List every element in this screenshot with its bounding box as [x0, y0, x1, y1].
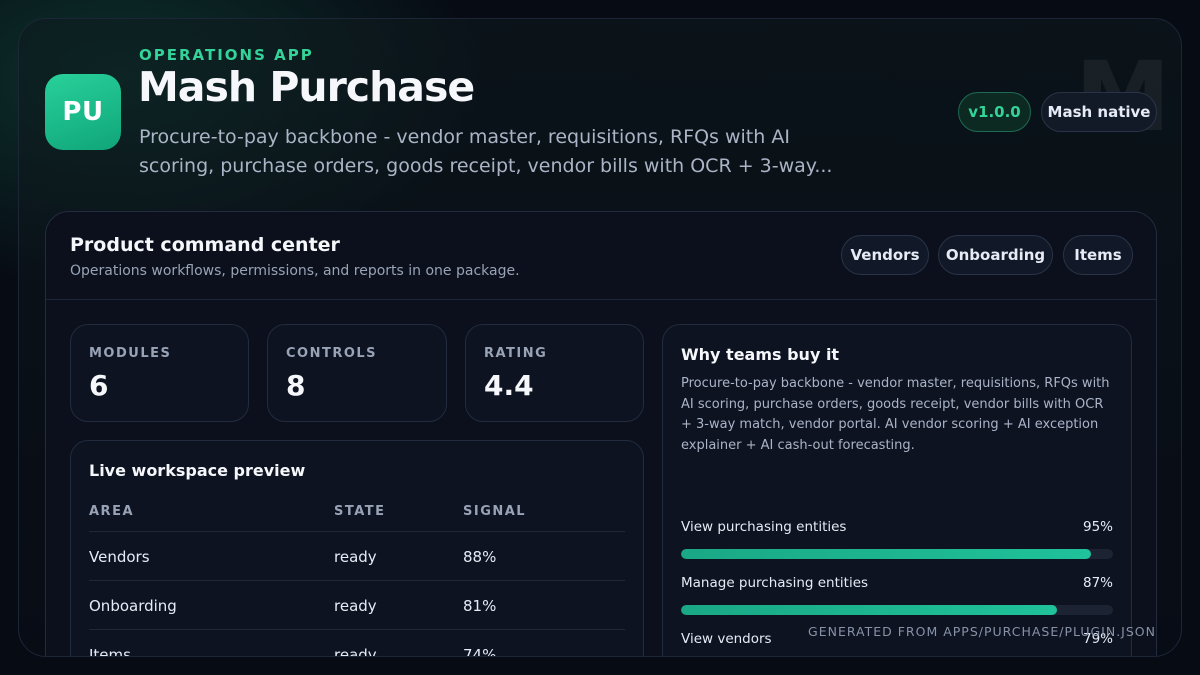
- permission-progress-bar: [681, 605, 1113, 615]
- permission-percent: 95%: [1082, 519, 1113, 535]
- why-title: Why teams buy it: [681, 345, 840, 364]
- stat-value: 4.4: [484, 369, 534, 402]
- card-subtitle: Operations workflows, permissions, and r…: [70, 263, 520, 279]
- version-badge: v1.0.0: [958, 92, 1031, 132]
- table-row[interactable]: Items ready 74%: [89, 629, 625, 657]
- stat-label: CONTROLS: [286, 346, 378, 361]
- stat-label: RATING: [484, 346, 548, 361]
- app-icon-text: PU: [62, 97, 104, 127]
- cell-state: ready: [334, 548, 377, 566]
- cell-area: Items: [89, 646, 131, 657]
- permission-label: Manage purchasing entities: [681, 575, 869, 591]
- why-teams-panel: Why teams buy it Procure-to-pay backbone…: [662, 324, 1132, 656]
- stat-rating: RATING 4.4: [465, 324, 644, 422]
- stat-value: 8: [286, 369, 306, 402]
- workspace-preview: Live workspace preview AREA STATE SIGNAL…: [70, 440, 644, 657]
- permission-label: View vendors: [681, 631, 772, 647]
- cell-state: ready: [334, 597, 377, 615]
- column-header-area: AREA: [89, 504, 135, 519]
- cell-state: ready: [334, 646, 377, 657]
- app-category: OPERATIONS APP: [139, 46, 314, 64]
- table-row[interactable]: Vendors ready 88%: [89, 531, 625, 580]
- card-title: Product command center: [70, 234, 340, 256]
- app-shell: M PU OPERATIONS APP Mash Purchase Procur…: [18, 18, 1182, 657]
- cell-signal: 81%: [463, 597, 497, 615]
- native-badge: Mash native: [1041, 92, 1157, 132]
- tab-items[interactable]: Items: [1063, 235, 1133, 275]
- stat-modules: MODULES 6: [70, 324, 249, 422]
- tab-onboarding[interactable]: Onboarding: [938, 235, 1053, 275]
- app-icon: PU: [45, 74, 121, 150]
- command-center-card: Product command center Operations workfl…: [45, 211, 1157, 657]
- column-header-signal: SIGNAL: [463, 504, 527, 519]
- tab-vendors[interactable]: Vendors: [841, 235, 929, 275]
- stat-label: MODULES: [89, 346, 172, 361]
- permission-label: View purchasing entities: [681, 519, 847, 535]
- permission-percent: 87%: [1082, 575, 1113, 591]
- generated-footer: GENERATED FROM APPS/PURCHASE/PLUGIN.JSON: [808, 624, 1156, 639]
- why-description: Procure-to-pay backbone - vendor master,…: [681, 376, 1110, 453]
- permission-progress-fill: [681, 605, 1057, 615]
- stat-controls: CONTROLS 8: [267, 324, 447, 422]
- permission-progress-bar: [681, 549, 1113, 559]
- page-title: Mash Purchase: [138, 63, 475, 111]
- table-row[interactable]: Onboarding ready 81%: [89, 580, 625, 629]
- stat-value: 6: [89, 369, 109, 402]
- preview-title: Live workspace preview: [89, 461, 306, 480]
- cell-area: Vendors: [89, 548, 150, 566]
- app-description: Procure-to-pay backbone - vendor master,…: [139, 126, 833, 177]
- column-header-state: STATE: [334, 504, 386, 519]
- cell-signal: 88%: [463, 548, 497, 566]
- permission-progress-fill: [681, 549, 1092, 559]
- cell-signal: 74%: [463, 646, 497, 657]
- cell-area: Onboarding: [89, 597, 177, 615]
- card-header: Product command center Operations workfl…: [46, 212, 1156, 300]
